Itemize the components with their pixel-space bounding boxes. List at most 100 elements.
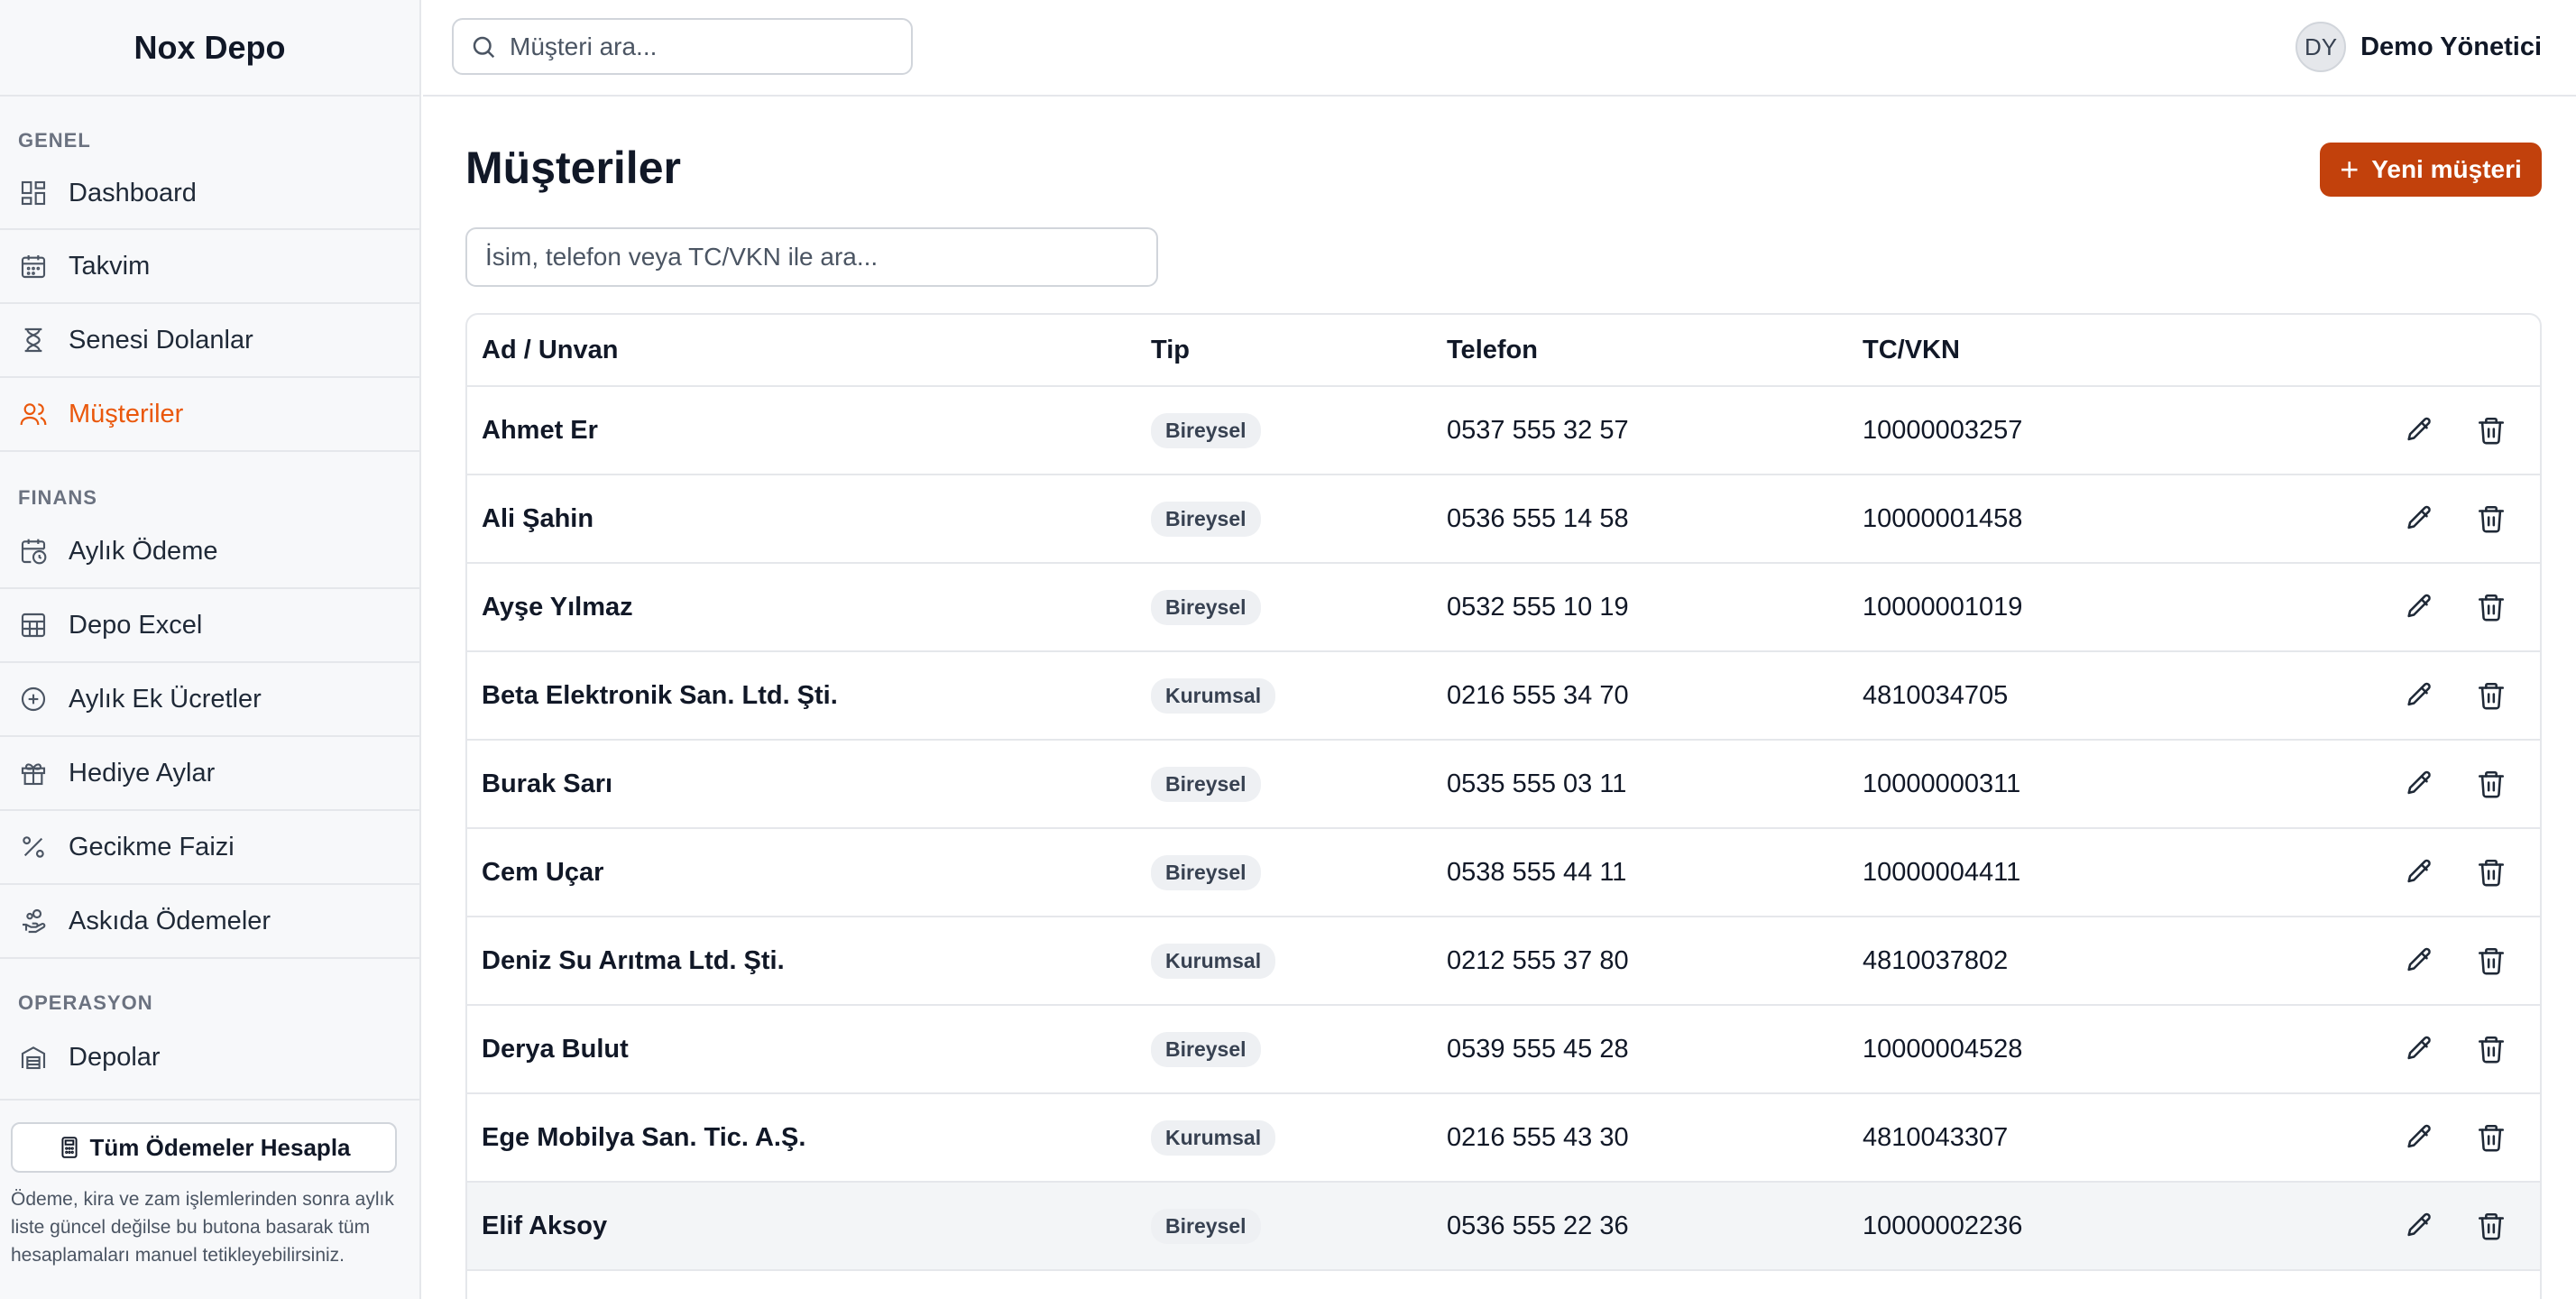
edit-button[interactable] [2397,585,2441,629]
percent-icon [18,832,49,862]
table-row[interactable]: Ali Şahin Bireysel 0536 555 14 58 100000… [467,475,2540,564]
customer-tc-vkn: 10000000311 [1863,769,2021,798]
sidebar-item-aylik-ek-ucretler[interactable]: Aylık Ek Ücretler [0,663,419,737]
sidebar-item-label: Depo Excel [69,610,203,640]
customer-name[interactable]: Deniz Su Arıtma Ltd. Şti. [467,946,1151,976]
edit-button[interactable] [2397,409,2441,452]
new-customer-button[interactable]: + Yeni müşteri [2320,143,2542,197]
column-header-name[interactable]: Ad / Unvan [467,336,1151,365]
table-row[interactable]: Deniz Su Arıtma Ltd. Şti. Kurumsal 0212 … [467,917,2540,1006]
customer-tc-vkn: 10000004411 [1863,857,2021,887]
avatar[interactable]: DY [2295,22,2347,72]
sidebar-item-label: Gecikme Faizi [69,832,235,861]
page-title: Müşteriler [465,143,681,193]
customer-name[interactable]: Derya Bulut [467,1035,1151,1064]
delete-button[interactable] [2470,1204,2513,1248]
customer-tc-vkn: 4810037802 [1863,945,2009,975]
customer-name[interactable]: Ahmet Er [467,416,1151,446]
customer-phone: 0216 555 34 70 [1447,680,1629,710]
global-search-input[interactable] [510,32,888,61]
table-row[interactable]: Derya Bulut Bireysel 0539 555 45 28 1000… [467,1006,2540,1094]
column-header-type[interactable]: Tip [1151,336,1447,365]
delete-button[interactable] [2470,1027,2513,1071]
customer-tc-vkn: 4810043307 [1863,1122,2009,1152]
trash-icon [2478,682,2505,710]
trash-icon [2478,1212,2505,1240]
customer-tc-vkn: 10000001019 [1863,592,2023,622]
edit-button[interactable] [2397,762,2441,806]
table-header: Ad / Unvan Tip Telefon TC/VKN [467,315,2540,387]
table-row[interactable]: Ayşe Yılmaz Bireysel 0532 555 10 19 1000… [467,564,2540,652]
sidebar-item-musteriler[interactable]: Müşteriler [0,378,419,452]
table-row[interactable]: Ahmet Er Bireysel 0537 555 32 57 1000000… [467,387,2540,475]
customer-phone: 0535 555 03 11 [1447,769,1627,798]
sidebar-item-askida-odemeler[interactable]: Askıda Ödemeler [0,885,419,959]
customer-filter-input[interactable] [465,227,1158,287]
warehouse-icon [18,1042,49,1073]
edit-button[interactable] [2397,939,2441,982]
customer-name[interactable]: Burak Sarı [467,769,1151,799]
edit-button[interactable] [2397,497,2441,540]
customer-phone: 0538 555 44 11 [1447,857,1627,887]
customer-name[interactable]: Ege Mobilya San. Tic. A.Ş. [467,1123,1151,1153]
pencil-icon [2407,505,2431,530]
customer-type-badge: Bireysel [1151,854,1261,890]
sidebar-item-label: Hediye Aylar [69,758,216,788]
user-name[interactable]: Demo Yönetici [2360,32,2542,62]
edit-button[interactable] [2397,674,2441,717]
sidebar-item-dashboard[interactable]: Dashboard [0,158,419,230]
sidebar-item-aylik-odeme[interactable]: Aylık Ödeme [0,515,419,589]
delete-button[interactable] [2470,409,2513,452]
customer-name[interactable]: Cem Uçar [467,858,1151,888]
users-icon [18,399,49,429]
topbar: DY Demo Yönetici [423,0,2576,97]
column-header-tc-vkn[interactable]: TC/VKN [1863,336,2368,365]
trash-icon [2478,947,2505,975]
edit-button[interactable] [2397,1027,2441,1071]
calculate-all-payments-button[interactable]: Tüm Ödemeler Hesapla [11,1122,397,1173]
sidebar-item-depo-excel[interactable]: Depo Excel [0,589,419,663]
sidebar-item-gecikme-faizi[interactable]: Gecikme Faizi [0,811,419,885]
delete-button[interactable] [2470,1116,2513,1159]
brand-logo[interactable]: Nox Depo [0,0,419,97]
delete-button[interactable] [2470,497,2513,540]
table-row[interactable]: Elif Aksoy Bireysel 0536 555 22 36 10000… [467,1183,2540,1271]
customer-phone: 0539 555 45 28 [1447,1034,1629,1064]
customer-name[interactable]: Ali Şahin [467,504,1151,534]
plus-icon: + [2340,151,2360,188]
sidebar-item-senesi-dolanlar[interactable]: Senesi Dolanlar [0,304,419,378]
customer-type-badge: Kurumsal [1151,677,1276,714]
sidebar-item-depolar[interactable]: Depolar [0,1020,419,1094]
delete-button[interactable] [2470,762,2513,806]
table-row[interactable]: Beta Elektronik San. Ltd. Şti. Kurumsal … [467,652,2540,741]
edit-button[interactable] [2397,851,2441,894]
edit-button[interactable] [2397,1116,2441,1159]
user-menu[interactable]: DY Demo Yönetici [2295,22,2542,72]
sidebar-item-hediye-aylar[interactable]: Hediye Aylar [0,737,419,811]
pencil-icon [2407,770,2431,795]
delete-button[interactable] [2470,674,2513,717]
global-search[interactable] [452,18,913,75]
customer-name[interactable]: Elif Aksoy [467,1211,1151,1241]
table-row[interactable]: Cem Uçar Bireysel 0538 555 44 11 1000000… [467,829,2540,917]
table-row[interactable]: Ege Mobilya San. Tic. A.Ş. Kurumsal 0216… [467,1094,2540,1183]
sidebar-item-label: Askıda Ödemeler [69,906,271,935]
table-row[interactable]: Burak Sarı Bireysel 0535 555 03 11 10000… [467,741,2540,829]
delete-button[interactable] [2470,939,2513,982]
table-icon [18,610,49,640]
delete-button[interactable] [2470,585,2513,629]
customer-name[interactable]: Ayşe Yılmaz [467,593,1151,622]
footer-note: Ödeme, kira ve zam işlemlerinden sonra a… [11,1189,394,1266]
main-content: Müşteriler + Yeni müşteri Ad / Unvan Tip… [423,97,2576,1299]
dashboard-icon [18,178,49,208]
customer-name[interactable]: Beta Elektronik San. Ltd. Şti. [467,681,1151,711]
customer-tc-vkn: 10000002236 [1863,1211,2023,1240]
edit-button[interactable] [2397,1204,2441,1248]
customer-type-badge: Bireysel [1151,766,1261,802]
customer-tc-vkn: 10000003257 [1863,415,2023,445]
sidebar-item-takvim[interactable]: Takvim [0,230,419,304]
sidebar-item-label: Senesi Dolanlar [69,325,253,355]
hand-coins-icon [18,906,49,936]
column-header-phone[interactable]: Telefon [1447,336,1863,365]
delete-button[interactable] [2470,851,2513,894]
